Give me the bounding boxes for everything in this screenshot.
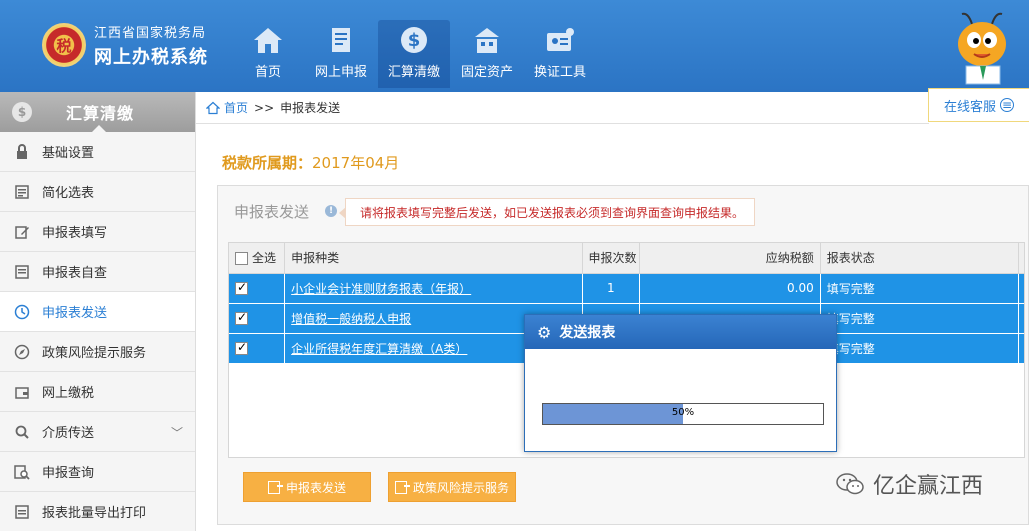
- svg-text:$: $: [408, 30, 421, 51]
- top-nav: 首页 网上申报 $ 汇算清缴 固定资产 换证工具: [232, 20, 597, 88]
- row-status: 填写完整: [820, 273, 1019, 304]
- chat-icon: ≡: [1000, 98, 1014, 112]
- header-tax: 应纳税额: [639, 243, 821, 274]
- table-header-row: 全选 申报种类 申报次数 应纳税额 报表状态: [229, 243, 1024, 274]
- sidebar-item-batch-export[interactable]: 报表批量导出打印: [0, 492, 195, 531]
- home-icon: [206, 101, 220, 114]
- row-tax: 0.00: [639, 273, 821, 304]
- bee-mascot-icon: [958, 12, 1006, 85]
- progress-text: 50%: [671, 407, 695, 418]
- select-all-header[interactable]: 全选: [229, 243, 286, 274]
- sidebar-item-form-fill[interactable]: 申报表填写: [0, 212, 195, 252]
- breadcrumb-home-link[interactable]: 首页: [224, 99, 248, 116]
- brand-org: 江西省国家税务局: [94, 25, 207, 41]
- nav-home[interactable]: 首页: [232, 20, 304, 88]
- home-icon: [254, 28, 282, 53]
- row-checkbox[interactable]: [235, 340, 248, 355]
- export-icon: [394, 480, 410, 494]
- tax-period-value: 2017年04月: [312, 154, 400, 172]
- nav-online-declare[interactable]: 网上申报: [305, 20, 377, 88]
- nav-annual-settlement[interactable]: $ 汇算清缴: [378, 20, 450, 88]
- dialog-title: 发送报表: [559, 325, 616, 341]
- send-report-dialog: ⚙ 发送报表 50%: [524, 314, 837, 452]
- sidebar-item-self-check[interactable]: 申报表自查: [0, 252, 195, 292]
- policy-risk-button[interactable]: 政策风险提示服务: [388, 472, 516, 502]
- sidebar-item-online-pay[interactable]: 网上缴税: [0, 372, 195, 412]
- certificate-icon: [547, 28, 574, 51]
- print-icon: [14, 504, 30, 520]
- tax-period: 税款所属期：2017年04月: [222, 154, 400, 172]
- row-checkbox[interactable]: [235, 280, 248, 295]
- dialog-header[interactable]: ⚙ 发送报表: [525, 315, 836, 349]
- gear-icon: ⚙: [537, 322, 552, 342]
- sidebar-item-basic-settings[interactable]: 基础设置: [0, 132, 195, 172]
- sidebar-item-policy-risk[interactable]: 政策风险提示服务: [0, 332, 195, 372]
- dollar-icon: $: [401, 27, 427, 53]
- sidebar-item-simplify-select[interactable]: 简化选表: [0, 172, 195, 212]
- lock-icon: [14, 143, 30, 160]
- coin-icon: $: [12, 102, 32, 122]
- compass-icon: [14, 344, 30, 360]
- send-icon: [14, 304, 30, 320]
- row-count: 1: [582, 273, 641, 304]
- breadcrumb: 首页 >> 申报表发送: [196, 92, 929, 124]
- watermark: 亿企赢江西: [835, 468, 983, 500]
- row-kind-link[interactable]: 企业所得税年度汇算清缴（A类）: [291, 342, 467, 356]
- export-icon: [267, 480, 283, 494]
- sidebar-header: $ 汇算清缴: [0, 92, 195, 132]
- send-declaration-button[interactable]: 申报表发送: [243, 472, 371, 502]
- header-count: 申报次数: [582, 243, 641, 274]
- table-row[interactable]: 小企业会计准则财务报表（年报） 1 0.00 填写完整: [229, 273, 1024, 304]
- sidebar: $ 汇算清缴 基础设置 简化选表 申报表填写 申报表自查 申报表发送 政策风险提…: [0, 92, 196, 531]
- header-status: 报表状态: [820, 243, 1019, 274]
- notice-message: 请将报表填写完整后发送，如已发送报表必须到查询界面查询申报结果。: [338, 198, 756, 226]
- brand[interactable]: 税 江西省国家税务局 网上办税系统: [42, 20, 208, 70]
- nav-fixed-assets[interactable]: 固定资产: [451, 20, 523, 88]
- send-progress-bar: 50%: [542, 403, 824, 425]
- edit-icon: [14, 224, 30, 240]
- row-status: 填写完整: [820, 303, 1019, 334]
- top-header: 税 江西省国家税务局 网上办税系统 首页 网上申报 $ 汇算清缴 固定资产 换证…: [0, 0, 1029, 92]
- list-icon: [14, 184, 30, 200]
- tax-emblem-icon: 税: [42, 23, 86, 67]
- wallet-icon: [14, 384, 30, 400]
- nav-cert-tool[interactable]: 换证工具: [524, 20, 596, 88]
- sidebar-title: 汇算清缴: [66, 104, 135, 123]
- chevron-down-icon[interactable]: ﹀: [171, 424, 183, 441]
- header-kind: 申报种类: [284, 243, 583, 274]
- sidebar-item-media-transfer[interactable]: 介质传送 ﹀: [0, 412, 195, 452]
- row-kind-link[interactable]: 小企业会计准则财务报表（年报）: [291, 282, 471, 296]
- search-icon: [14, 424, 30, 440]
- wechat-icon: [836, 473, 864, 495]
- document-icon: [332, 28, 350, 52]
- row-kind-link[interactable]: 增值税一般纳税人申报: [291, 312, 411, 326]
- query-icon: [14, 464, 30, 480]
- panel-title: 申报表发送: [234, 203, 310, 221]
- online-service-button[interactable]: 在线客服 ≡: [928, 88, 1029, 122]
- sidebar-item-declare-query[interactable]: 申报查询: [0, 452, 195, 492]
- row-status: 填写完整: [820, 333, 1019, 364]
- breadcrumb-current: 申报表发送: [280, 101, 341, 115]
- check-doc-icon: [14, 264, 30, 280]
- brand-system: 网上办税系统: [94, 46, 208, 68]
- select-all-checkbox[interactable]: [235, 252, 248, 266]
- building-icon: [475, 28, 499, 53]
- info-icon: !: [325, 205, 337, 217]
- row-checkbox[interactable]: [235, 310, 248, 325]
- sidebar-item-form-send[interactable]: 申报表发送: [0, 292, 195, 332]
